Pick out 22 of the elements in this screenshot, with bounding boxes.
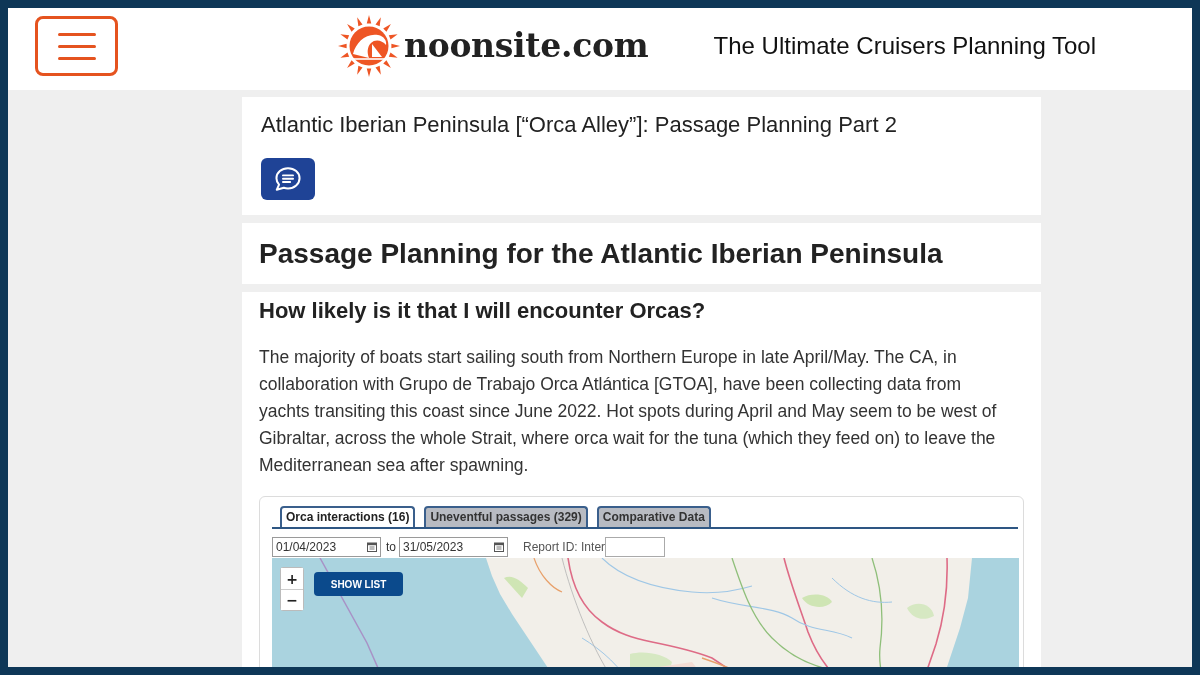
- show-list-button[interactable]: SHOW LIST: [314, 572, 403, 596]
- to-label: to: [386, 540, 396, 554]
- menu-button[interactable]: [35, 16, 118, 76]
- body-paragraph: The majority of boats start sailing south from Northern Europe in late April/May. The CA, in collaboration with Grupo de Trabajo Orca Atlántica [GTOA], have been collecting data from yachts transiting this coast since June 2022. Hot spots during April and May seem to be west of Gibraltar, across the whole Strait, where orca wait for the tuna (which they feed on) to leave the Mediterranean sea after spawning.: [259, 346, 998, 477]
- date-field[interactable]: 01/04/2023: [272, 537, 381, 557]
- content-heading: How likely is it that I will encounter Orcas?: [259, 298, 707, 324]
- tab[interactable]: Comparative Data: [596, 506, 711, 527]
- report-id-label: Report ID: Inter: [523, 540, 606, 554]
- calendar-icon: [367, 542, 377, 552]
- menu-icon: [57, 32, 96, 60]
- report-id-field[interactable]: [605, 537, 666, 557]
- speech-bubble-icon: [275, 166, 301, 192]
- comment-button[interactable]: [261, 158, 315, 200]
- section-title: Passage Planning for the Atlantic Iberian Peninsula: [259, 237, 944, 270]
- tab[interactable]: Orca interactions (16): [280, 506, 416, 527]
- article-title: Atlantic Iberian Peninsula [“Orca Alley”]: Passage Planning Part 2: [261, 112, 898, 138]
- tab[interactable]: Uneventful passages (329): [424, 506, 588, 527]
- calendar-icon: [494, 542, 504, 552]
- date-field[interactable]: 31/05/2023: [399, 537, 508, 557]
- logo-text[interactable]: noonsite.com: [404, 27, 649, 65]
- tagline: The Ultimate Cruisers Planning Tool: [713, 32, 1096, 60]
- zoom-out-button[interactable]: −: [281, 589, 303, 610]
